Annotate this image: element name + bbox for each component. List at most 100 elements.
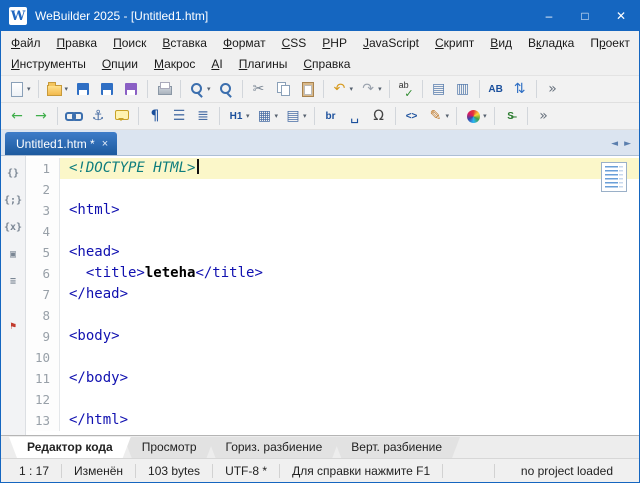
title-bar[interactable]: W WeBuilder 2025 - [Untitled1.htm] – □ ✕ — [1, 1, 639, 31]
anchor-button[interactable]: ⚓ — [87, 105, 109, 128]
navigate-forward-button[interactable]: → — [30, 105, 52, 128]
menu-item-0-10[interactable]: Вкладка — [520, 34, 582, 52]
menu-item-0-4[interactable]: Формат — [215, 34, 274, 52]
view-tab-2[interactable]: Гориз. разбиение — [208, 437, 341, 458]
panel-code-snippets-icon[interactable]: {} — [3, 164, 23, 182]
bullet-list-button[interactable]: ☰ — [168, 105, 190, 128]
table-icon: ▦ — [257, 108, 272, 124]
toolbar-separator — [313, 107, 315, 125]
hyperlink-button[interactable] — [63, 105, 85, 128]
status-cell-3: UTF-8 * — [213, 463, 281, 478]
menu-item-0-2[interactable]: Поиск — [105, 34, 154, 52]
numbered-list-button[interactable]: ≣ — [192, 105, 214, 128]
view-tabs: Редактор кода Просмотр Гориз. разбиение Вер… — [1, 435, 639, 458]
navigate-back-button[interactable]: ← — [6, 105, 28, 128]
insert-tag-button[interactable]: <> — [401, 105, 423, 128]
save-button[interactable] — [72, 78, 94, 101]
document-map[interactable] — [601, 162, 627, 192]
comment-button[interactable] — [111, 105, 133, 128]
special-character-button[interactable]: Ω — [368, 105, 390, 128]
menu-item-1-0[interactable]: Инструменты — [3, 55, 94, 73]
div-block-icon: ▤ — [286, 108, 300, 124]
code-line[interactable]: 10 — [26, 347, 639, 368]
save-all-button[interactable] — [96, 78, 118, 101]
code-line[interactable]: 13 </html> — [26, 410, 639, 431]
panel-code-inspector-icon[interactable]: {;} — [3, 191, 23, 209]
menu-item-0-8[interactable]: Скрипт — [427, 34, 482, 52]
color-picker-button[interactable]: ▾ — [462, 105, 489, 128]
spell-check-icon — [397, 80, 415, 100]
menu-item-0-5[interactable]: CSS — [274, 34, 315, 52]
code-line[interactable]: 9 <body> — [26, 326, 639, 347]
save-as-button[interactable] — [120, 78, 142, 101]
paste-button[interactable] — [296, 78, 318, 101]
character-case-button[interactable]: AB — [485, 78, 507, 101]
open-file-button[interactable]: ▾ — [44, 78, 71, 101]
code-segment: <body> — [69, 328, 120, 344]
menu-item-0-6[interactable]: PHP — [314, 34, 355, 52]
tab-scroll-left-button[interactable]: ◄ — [611, 139, 618, 149]
menu-item-1-4[interactable]: Плагины — [231, 55, 296, 73]
heading-button[interactable]: H1 ▾ — [225, 105, 252, 128]
panel-clipboard-icon[interactable]: ▣ — [3, 245, 23, 263]
code-line[interactable]: 12 — [26, 389, 639, 410]
panel-file-explorer-icon[interactable]: ≡ — [3, 272, 23, 290]
copy-button[interactable] — [272, 78, 294, 101]
menu-item-0-3[interactable]: Вставка — [154, 34, 215, 52]
menu-item-0-7[interactable]: JavaScript — [355, 34, 427, 52]
highlighter-button[interactable]: ✎ ▾ — [425, 105, 452, 128]
find-in-files-button[interactable] — [215, 78, 237, 101]
view-tab-0[interactable]: Редактор кода — [9, 437, 131, 458]
spell-check-button[interactable] — [395, 78, 417, 101]
menu-item-1-3[interactable]: AI — [203, 55, 230, 73]
code-explorer-button[interactable]: ▤ — [428, 78, 450, 101]
view-tab-1[interactable]: Просмотр — [124, 437, 215, 458]
maximize-button[interactable]: □ — [567, 1, 603, 31]
dropdown-caret-icon: ▾ — [349, 86, 354, 93]
menu-item-0-9[interactable]: Вид — [482, 34, 520, 52]
document-tab[interactable]: Untitled1.htm * × — [5, 132, 118, 155]
code-line[interactable]: 2 — [26, 179, 639, 200]
tab-close-icon[interactable]: × — [102, 138, 108, 150]
menu-item-1-5[interactable]: Справка — [295, 55, 358, 73]
new-file-button[interactable]: ▾ — [6, 78, 33, 101]
div-block-button[interactable]: ▤ ▾ — [282, 105, 309, 128]
toolbar-overflow-button[interactable]: » — [542, 78, 564, 101]
redo-button[interactable]: ↷ ▾ — [357, 78, 384, 101]
document-map-content — [619, 166, 623, 188]
style-tool-button[interactable]: S̶ — [500, 105, 522, 128]
code-line[interactable]: 8 — [26, 305, 639, 326]
sort-lines-button[interactable]: ⇅ — [509, 78, 531, 101]
toolbar-overflow-button[interactable]: » — [533, 105, 555, 128]
code-line[interactable]: 1 <!DOCTYPE HTML> — [26, 158, 639, 179]
undo-button[interactable]: ↶ ▾ — [329, 78, 356, 101]
non-breaking-space-button[interactable]: ␣ — [344, 105, 366, 128]
code-line[interactable]: 7 </head> — [26, 284, 639, 305]
menu-item-1-2[interactable]: Макрос — [146, 55, 203, 73]
minimize-button[interactable]: – — [531, 1, 567, 31]
paragraph-button[interactable]: ¶ — [144, 105, 166, 128]
code-line[interactable]: 5 <head> — [26, 242, 639, 263]
panel-validation-icon[interactable]: ⚑ — [3, 317, 23, 335]
find-icon — [188, 80, 206, 98]
cut-button[interactable]: ✂ — [248, 78, 270, 101]
code-line[interactable]: 4 — [26, 221, 639, 242]
code-editor[interactable]: 1 <!DOCTYPE HTML> 2 3 <html> 4 5 <head> 6 <title… — [26, 156, 639, 435]
menu-item-0-1[interactable]: Правка — [49, 34, 106, 52]
split-view-button[interactable]: ▥ — [452, 78, 474, 101]
code-line[interactable]: 3 <html> — [26, 200, 639, 221]
code-line[interactable]: 6 <title>leteha</title> — [26, 263, 639, 284]
code-line[interactable]: 11 </body> — [26, 368, 639, 389]
line-break-button[interactable]: br — [320, 105, 342, 128]
menu-item-1-1[interactable]: Опции — [94, 55, 146, 73]
panel-code-clips-icon[interactable]: {x} — [3, 218, 23, 236]
find-button[interactable]: ▾ — [186, 78, 213, 101]
table-button[interactable]: ▦ ▾ — [254, 105, 281, 128]
close-button[interactable]: ✕ — [603, 1, 639, 31]
menu-item-0-0[interactable]: Файл — [3, 34, 49, 52]
view-tab-3[interactable]: Верт. разбиение — [333, 437, 460, 458]
print-button[interactable] — [153, 78, 175, 101]
tab-scroll-right-button[interactable]: ► — [624, 139, 631, 149]
menu-item-0-11[interactable]: Проект — [582, 34, 638, 52]
